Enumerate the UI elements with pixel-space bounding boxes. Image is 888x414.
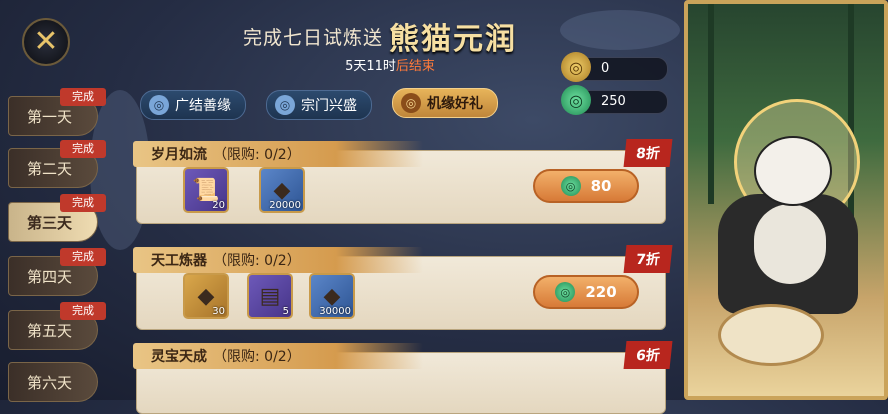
currency-jade: ◎ 250 <box>561 85 668 115</box>
offer-limit: （限购: 0/2） <box>213 253 301 269</box>
buy-button[interactable]: ◎ 80 <box>533 169 639 203</box>
spirit-stone-icon: ◆ <box>323 283 341 309</box>
currency-jade-value: 250 <box>601 94 626 109</box>
countdown-suffix: 后结束 <box>395 59 435 74</box>
title-main: 熊猫元润 <box>389 22 517 57</box>
background-cloud <box>560 10 680 50</box>
offer-name: 天工炼器 <box>151 253 207 269</box>
tab-zongmen[interactable]: ◎ 宗门兴盛 <box>266 90 372 120</box>
crystal-icon: ◆ <box>197 283 215 309</box>
jade-icon: ◎ <box>561 85 591 115</box>
reward-item[interactable]: ▤ 5 <box>247 273 293 319</box>
currency-gold-value: 0 <box>601 61 610 76</box>
item-quantity: 20 <box>212 200 225 211</box>
offer-title-ribbon: 天工炼器 （限购: 0/2） <box>133 247 423 273</box>
reward-item[interactable]: ◆ 30 <box>183 273 229 319</box>
title-prefix: 完成七日试炼送 <box>242 26 383 49</box>
complete-badge: 完成 <box>60 88 106 106</box>
currency-gold: ◎ 0 <box>561 52 668 82</box>
jade-icon: ◎ <box>555 282 576 302</box>
offer-limit: （限购: 0/2） <box>213 147 301 163</box>
offer-name: 灵宝天成 <box>151 349 207 365</box>
offer-card: 天工炼器 （限购: 0/2） 7折 ◆ 30 ▤ 5 ◆ 30000 ◎ 220 <box>133 245 673 330</box>
dumpling-plate <box>718 304 824 366</box>
bamboo-decoration <box>708 4 714 204</box>
buy-button[interactable]: ◎ 220 <box>533 275 639 309</box>
page-title: 完成七日试炼送 熊猫元润 <box>200 14 560 58</box>
item-quantity: 30000 <box>319 306 351 317</box>
buy-price: 80 <box>590 177 612 195</box>
day-label: 第三天 <box>27 213 73 232</box>
panda-artwork-panel <box>684 0 888 400</box>
tab-label: 广结善缘 <box>175 98 231 114</box>
complete-badge: 完成 <box>60 140 106 158</box>
offer-limit: （限购: 0/2） <box>213 349 301 365</box>
panda-head <box>754 136 832 206</box>
item-quantity: 30 <box>212 306 225 317</box>
tab-jiyuan[interactable]: ◎ 机缘好礼 <box>392 88 498 118</box>
swirl-icon: ◎ <box>401 93 421 113</box>
offer-card: 岁月如流 （限购: 0/2） 8折 📜 20 ◆ 20000 ◎ 80 <box>133 139 673 224</box>
scroll-icon: 📜 <box>192 177 220 203</box>
offer-title-ribbon: 灵宝天成 （限购: 0/2） <box>133 343 423 369</box>
day-label: 第二天 <box>27 159 73 178</box>
discount-badge: 7折 <box>623 245 673 273</box>
offer-card: 灵宝天成 （限购: 0/2） 6折 <box>133 341 673 414</box>
countdown-value: 5天11时 <box>345 59 396 74</box>
countdown-text: 5天11时后结束 <box>300 55 480 74</box>
jade-icon: ◎ <box>560 176 581 196</box>
item-quantity: 5 <box>282 306 289 317</box>
day-label: 第一天 <box>27 107 73 126</box>
close-button[interactable]: ✕ <box>22 18 70 66</box>
spirit-stone-icon: ◆ <box>273 177 291 203</box>
day-tab-6[interactable]: 第六天 <box>8 362 98 402</box>
close-icon: ✕ <box>33 24 59 59</box>
day-label: 第六天 <box>27 373 73 392</box>
panda-belly <box>754 204 826 284</box>
complete-badge: 完成 <box>60 194 106 212</box>
offer-title-ribbon: 岁月如流 （限购: 0/2） <box>133 141 423 167</box>
discount-badge: 8折 <box>623 139 673 167</box>
tab-guangjie[interactable]: ◎ 广结善缘 <box>140 90 246 120</box>
reward-item[interactable]: ◆ 20000 <box>259 167 305 213</box>
offer-name: 岁月如流 <box>151 147 207 163</box>
discount-badge: 6折 <box>623 341 673 369</box>
day-label: 第五天 <box>27 321 73 340</box>
complete-badge: 完成 <box>60 248 106 266</box>
complete-badge: 完成 <box>60 302 106 320</box>
reward-item[interactable]: 📜 20 <box>183 167 229 213</box>
swirl-icon: ◎ <box>275 95 295 115</box>
gold-coin-icon: ◎ <box>561 52 591 82</box>
tab-label: 宗门兴盛 <box>301 98 357 114</box>
swirl-icon: ◎ <box>149 95 169 115</box>
buy-price: 220 <box>585 283 617 301</box>
item-quantity: 20000 <box>269 200 301 211</box>
reward-item[interactable]: ◆ 30000 <box>309 273 355 319</box>
day-label: 第四天 <box>27 267 73 286</box>
tab-label: 机缘好礼 <box>427 96 483 112</box>
iron-ingot-icon: ▤ <box>259 283 281 309</box>
